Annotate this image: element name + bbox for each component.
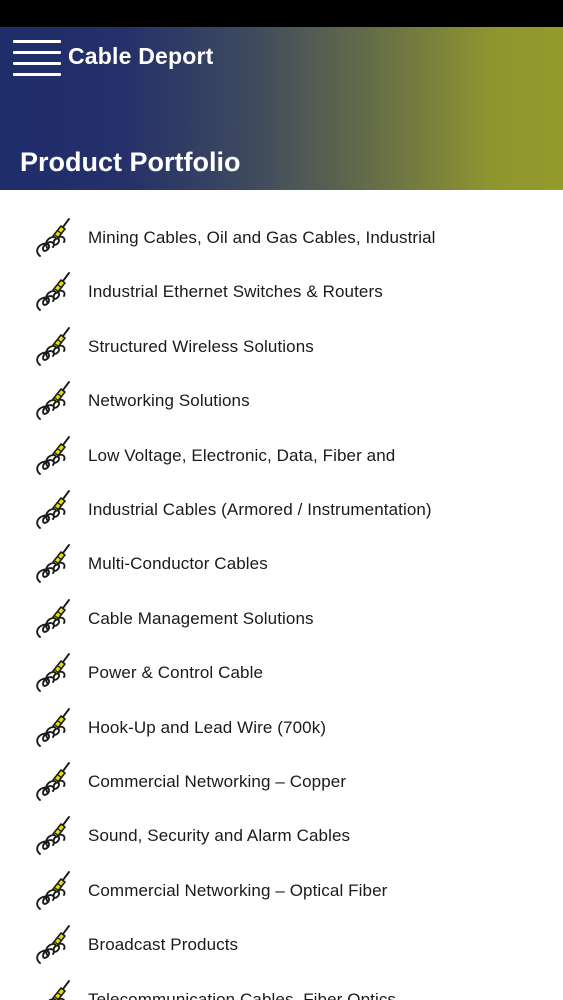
cable-connector-icon — [34, 216, 74, 260]
list-item-label: Commercial Networking – Optical Fiber — [88, 880, 388, 900]
cable-connector-icon — [34, 706, 74, 750]
list-item[interactable]: Structured Wireless Solutions — [0, 323, 563, 377]
cable-connector-icon — [34, 651, 74, 695]
cable-connector-icon — [34, 597, 74, 641]
list-item-label: Power & Control Cable — [88, 663, 264, 683]
list-item-label: Broadcast Products — [88, 935, 239, 955]
list-item-label: Industrial Cables (Armored / Instrumenta… — [88, 500, 432, 519]
list-item-label: Mining Cables, Oil and Gas Cables, Indus… — [88, 228, 436, 247]
page-title: Product Portfolio — [20, 147, 241, 177]
cable-connector-icon — [34, 542, 74, 586]
list-item[interactable]: Industrial Cables (Armored / Instrumenta… — [0, 486, 563, 540]
list-item[interactable]: Broadcast Products — [0, 921, 563, 975]
status-bar — [0, 0, 563, 27]
list-item[interactable]: Commercial Networking – Optical Fiber — [0, 867, 563, 921]
list-item[interactable]: Low Voltage, Electronic, Data, Fiber and — [0, 432, 563, 486]
list-item[interactable]: Cable Management Solutions — [0, 595, 563, 649]
list-item-label: Sound, Security and Alarm Cables — [88, 826, 351, 846]
cable-connector-icon — [34, 270, 74, 314]
product-list: Mining Cables, Oil and Gas Cables, Indus… — [0, 190, 563, 1000]
list-item[interactable]: Hook-Up and Lead Wire (700k) — [0, 704, 563, 758]
cable-connector-icon — [34, 814, 74, 858]
cable-connector-icon — [34, 760, 74, 804]
list-item-label: Industrial Ethernet Switches & Routers — [88, 282, 383, 302]
list-item-label: Multi-Conductor Cables — [88, 554, 268, 574]
list-item-label: Structured Wireless Solutions — [88, 336, 314, 356]
list-item[interactable]: Telecommunication Cables, Fiber Optics — [0, 976, 563, 1000]
app-title: Cable Deport — [68, 43, 214, 69]
list-item-label: Cable Management Solutions — [88, 608, 314, 628]
cable-connector-icon — [34, 488, 74, 532]
app-header: Cable Deport Product Portfolio — [0, 27, 563, 190]
list-item-label: Low Voltage, Electronic, Data, Fiber and — [88, 445, 396, 465]
cable-connector-icon — [34, 434, 74, 478]
list-item[interactable]: Multi-Conductor Cables — [0, 540, 563, 594]
cable-connector-icon — [34, 869, 74, 913]
cable-connector-icon — [34, 978, 74, 1000]
list-item-label: Hook-Up and Lead Wire (700k) — [88, 717, 327, 737]
list-item[interactable]: Industrial Ethernet Switches & Routers — [0, 268, 563, 322]
hamburger-menu-icon[interactable] — [13, 40, 61, 76]
cable-connector-icon — [34, 923, 74, 967]
list-item[interactable]: Power & Control Cable — [0, 649, 563, 703]
list-item[interactable]: Networking Solutions — [0, 377, 563, 431]
list-item[interactable]: Mining Cables, Oil and Gas Cables, Indus… — [0, 214, 563, 268]
list-item[interactable]: Commercial Networking – Copper — [0, 758, 563, 812]
list-item[interactable]: Sound, Security and Alarm Cables — [0, 812, 563, 866]
list-item-label: Commercial Networking – Copper — [88, 772, 347, 791]
list-item-label: Telecommunication Cables, Fiber Optics — [88, 989, 397, 1000]
cable-connector-icon — [34, 325, 74, 369]
cable-connector-icon — [34, 379, 74, 423]
list-item-label: Networking Solutions — [88, 391, 250, 411]
